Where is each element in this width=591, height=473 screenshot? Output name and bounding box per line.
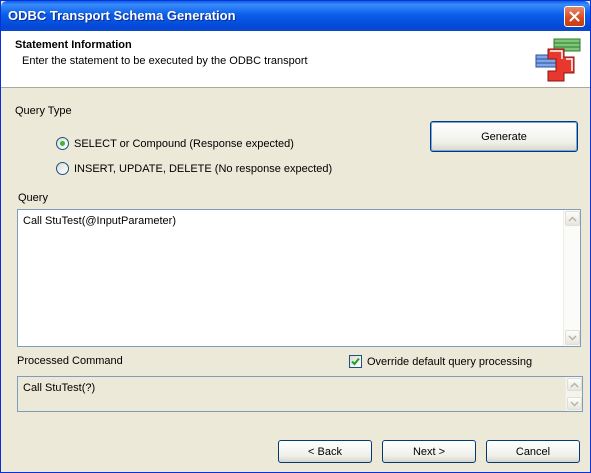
query-label: Query [18,192,48,204]
chevron-down-icon [570,400,579,407]
page-title: Statement Information [15,39,132,51]
checkbox-label: Override default query processing [367,355,533,368]
cancel-button[interactable]: Cancel [486,440,580,463]
back-button[interactable]: < Back [278,440,372,463]
scroll-up-button[interactable] [567,378,582,391]
checkbox[interactable] [349,355,362,368]
radio-label: SELECT or Compound (Response expected) [74,137,294,150]
close-icon [569,11,580,22]
scroll-up-button[interactable] [565,211,580,226]
processed-scrollbar[interactable] [565,377,582,411]
chevron-up-icon [568,215,577,222]
override-processing-checkbox[interactable]: Override default query processing [349,355,532,368]
chevron-down-icon [568,334,577,341]
query-textarea[interactable]: Call StuTest(@InputParameter) [17,209,581,347]
radio-label: INSERT, UPDATE, DELETE (No response expe… [74,162,333,175]
scroll-down-button[interactable] [565,330,580,345]
scroll-down-button[interactable] [567,397,582,410]
radio-button[interactable] [56,162,69,175]
next-button[interactable]: Next > [382,440,476,463]
schema-wizard-icon [535,38,581,82]
radio-insert-update-delete[interactable]: INSERT, UPDATE, DELETE (No response expe… [56,162,332,175]
processed-command-field: Call StuTest(?) [17,376,583,412]
checkmark-icon [351,357,360,366]
processed-command-label: Processed Command [17,355,123,367]
radio-button[interactable] [56,137,69,150]
query-text: Call StuTest(@InputParameter) [23,215,177,227]
generate-button[interactable]: Generate [430,121,578,152]
title-bar[interactable]: ODBC Transport Schema Generation [1,1,590,31]
chevron-up-icon [570,381,579,388]
window-title: ODBC Transport Schema Generation [8,8,236,23]
query-type-label: Query Type [15,105,72,117]
query-scrollbar[interactable] [563,210,580,346]
close-button[interactable] [564,6,585,27]
page-subtitle: Enter the statement to be executed by th… [22,55,308,67]
radio-select-compound[interactable]: SELECT or Compound (Response expected) [56,137,294,150]
processed-command-text: Call StuTest(?) [23,382,96,394]
wizard-window: ODBC Transport Schema Generation Stateme… [0,0,591,473]
header-band: Statement Information Enter the statemen… [1,31,590,88]
